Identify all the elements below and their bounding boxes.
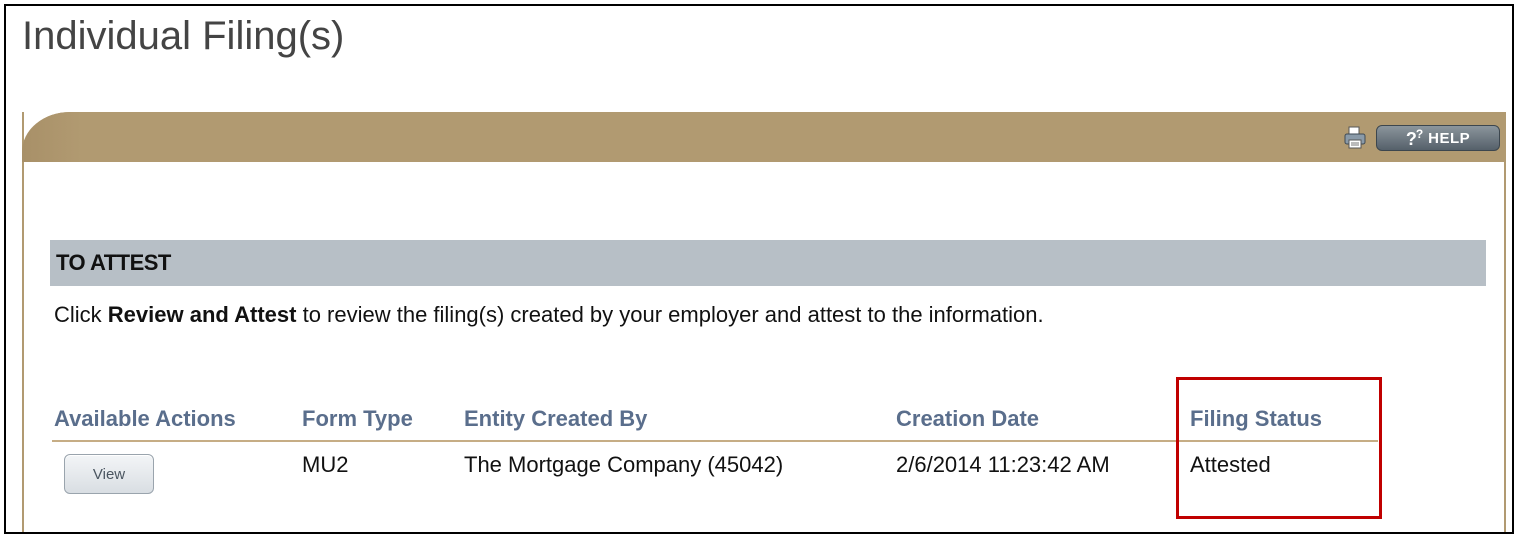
section-bar: TO ATTEST	[50, 240, 1486, 286]
instructions-emphasis: Review and Attest	[107, 302, 297, 327]
filing-status-highlight	[1176, 377, 1382, 519]
instructions-text: Click Review and Attest to review the fi…	[54, 302, 1044, 328]
window-frame: Individual Filing(s) ?? HELP TO ATTEST C…	[4, 4, 1514, 534]
panel-header: ?? HELP	[22, 112, 1506, 162]
help-button-label: HELP	[1428, 129, 1471, 147]
printer-icon[interactable]	[1342, 125, 1368, 151]
column-header-creation-date: Creation Date	[896, 406, 1040, 431]
help-question-small-icon: ?	[1415, 126, 1423, 141]
cell-form-type: MU2	[302, 452, 349, 477]
column-header-entity: Entity Created By	[464, 406, 648, 431]
view-button[interactable]: View	[64, 454, 154, 494]
instructions-prefix: Click	[54, 302, 108, 327]
help-question-icon: ??	[1405, 126, 1423, 149]
panel-header-shade	[22, 112, 82, 162]
help-button[interactable]: ?? HELP	[1376, 125, 1500, 151]
instructions-suffix: to review the filing(s) created by your …	[296, 302, 1044, 327]
page-title: Individual Filing(s)	[22, 14, 345, 58]
section-title: TO ATTEST	[56, 250, 171, 275]
cell-creation-date: 2/6/2014 11:23:42 AM	[896, 452, 1110, 477]
column-header-form-type: Form Type	[302, 406, 413, 431]
column-header-actions: Available Actions	[54, 406, 236, 431]
cell-entity: The Mortgage Company (45042)	[464, 452, 784, 477]
